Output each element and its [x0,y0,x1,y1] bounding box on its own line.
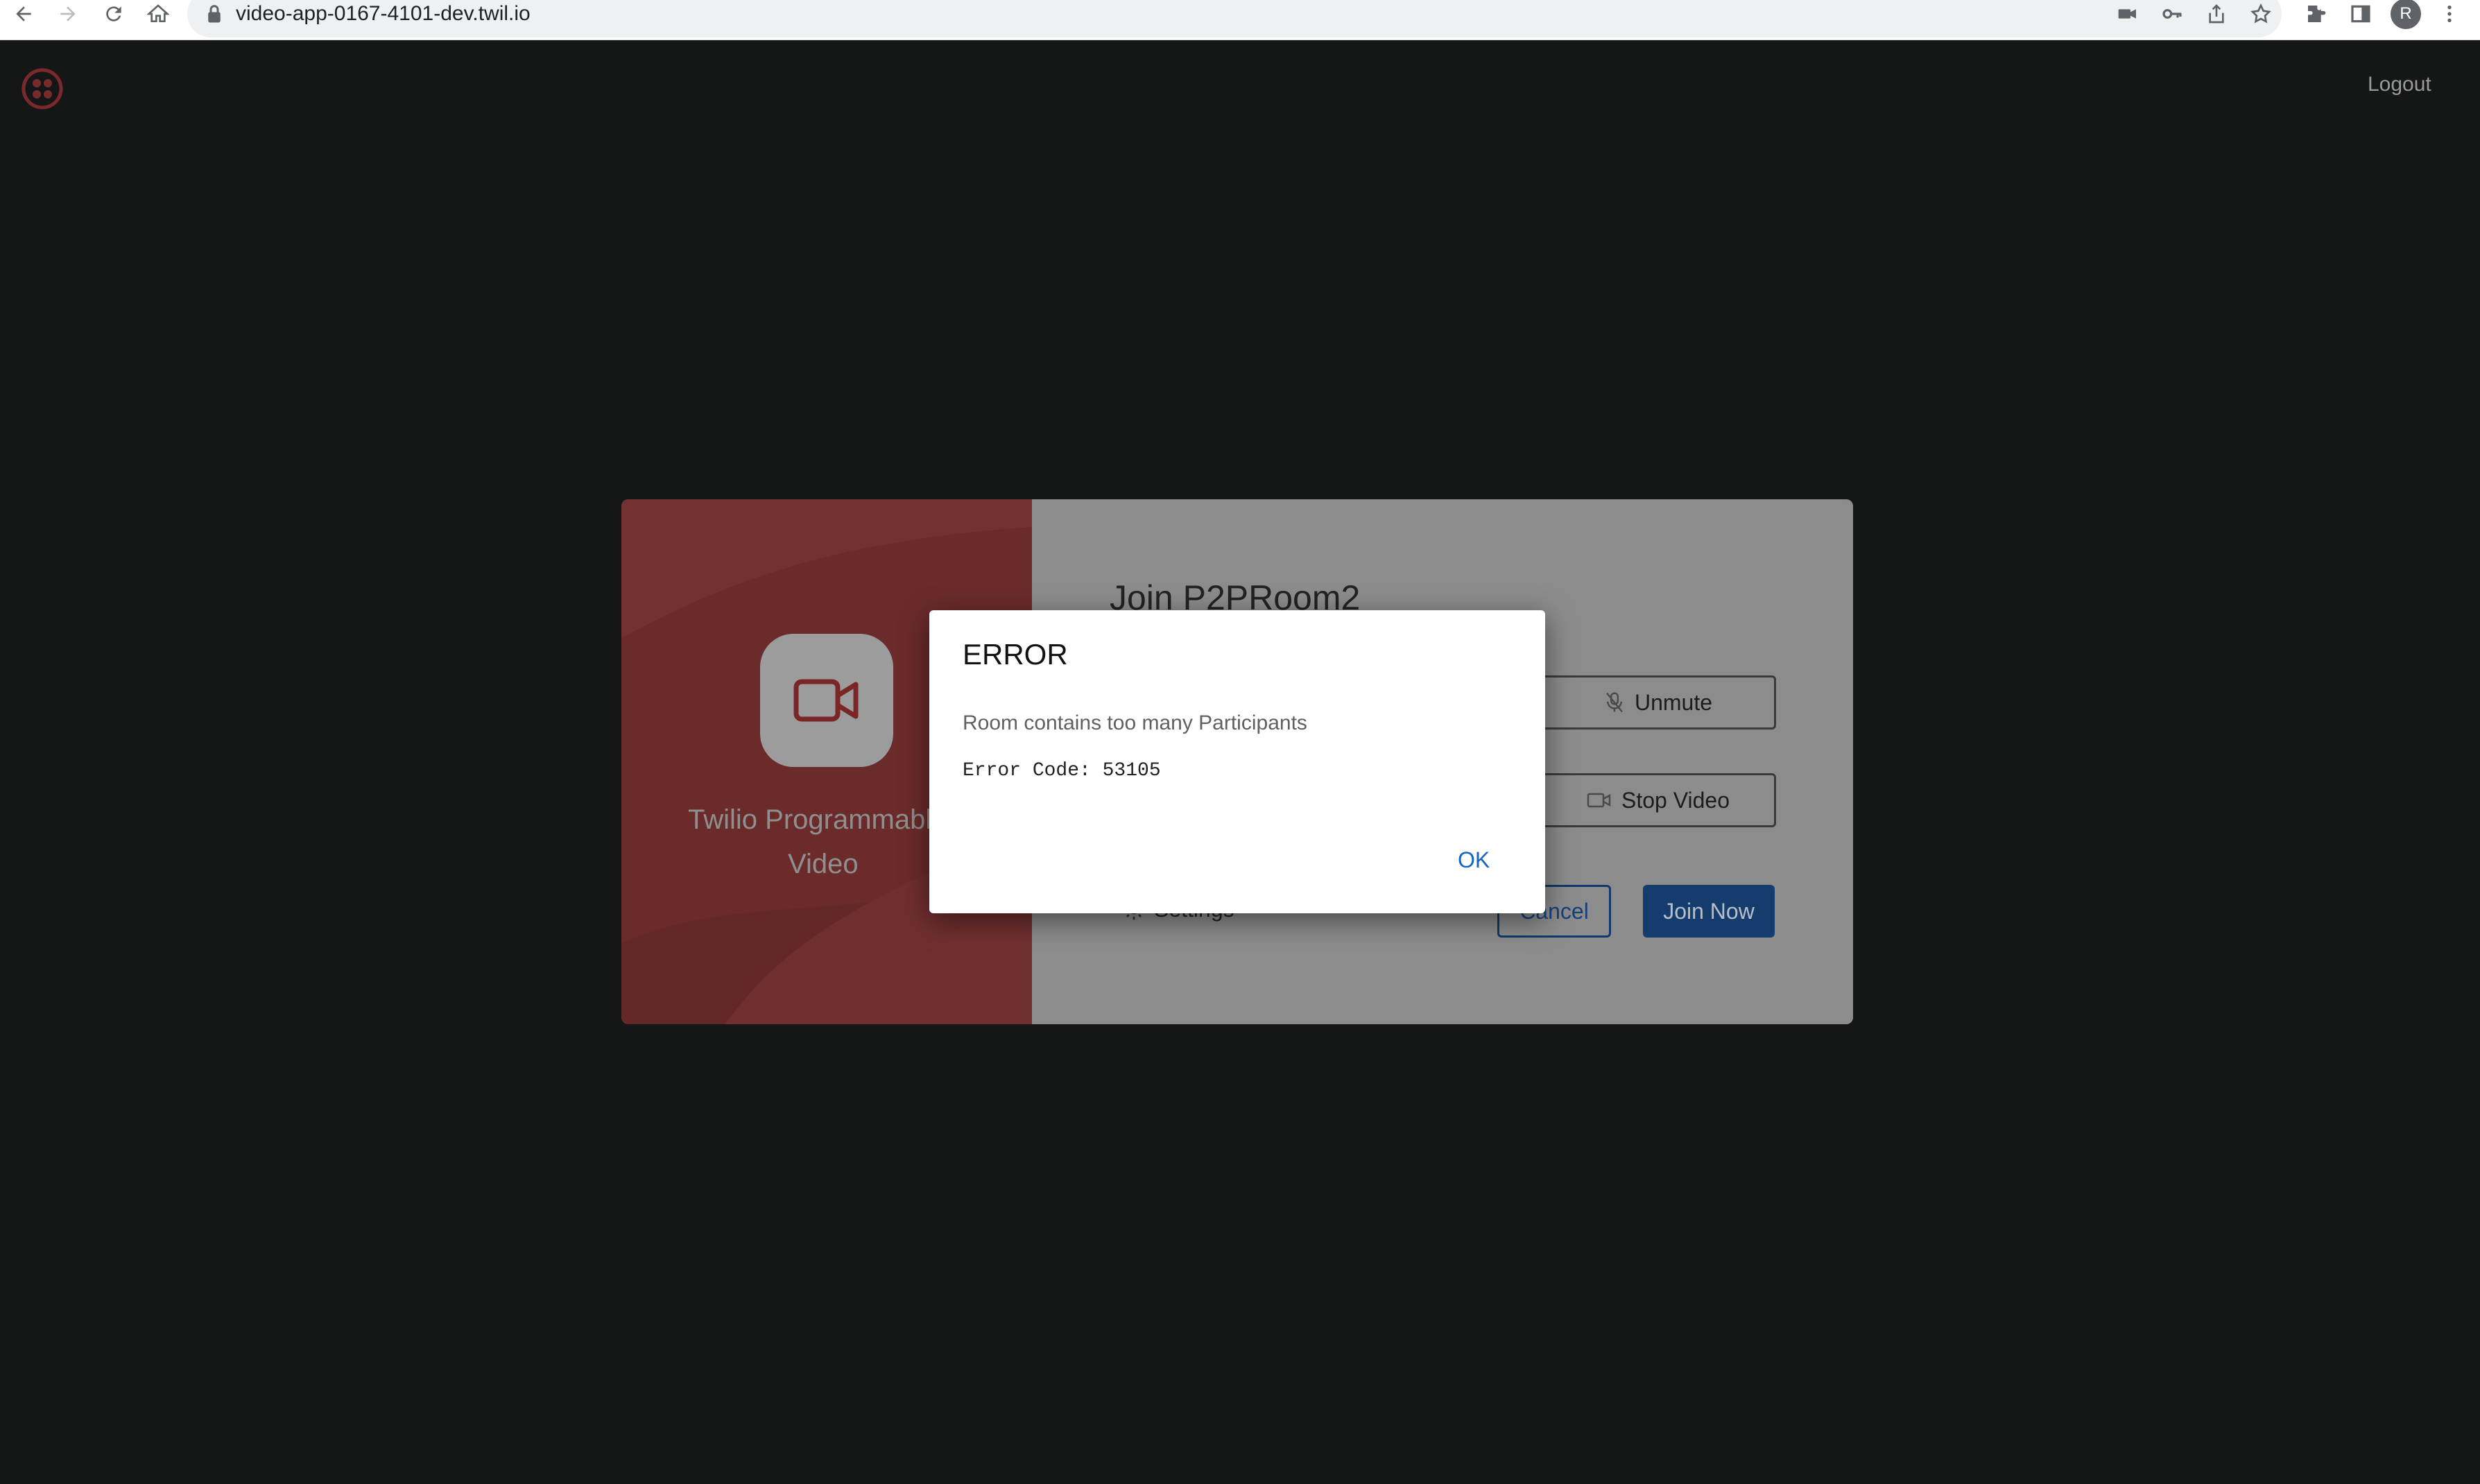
browser-toolbar: video-app-0167-4101-dev.twil.io R [0,0,2480,40]
dialog-message: Room contains too many Participants [963,711,1307,734]
extensions-icon[interactable] [2300,0,2333,31]
sidebar-icon[interactable] [2344,0,2377,31]
reload-icon[interactable] [97,0,130,31]
camera-icon[interactable] [2111,0,2144,31]
error-dialog: ERROR Room contains too many Participant… [929,610,1545,913]
dialog-title: ERROR [963,638,1068,671]
profile-avatar[interactable]: R [2391,0,2421,29]
back-icon[interactable] [7,0,40,31]
muted-mic-icon [1606,692,1623,713]
dialog-error-code: Error Code: 53105 [963,760,1161,782]
unmute-button[interactable]: Unmute [1540,675,1776,730]
ok-button[interactable]: OK [1458,847,1490,873]
twilio-logo-icon [21,67,64,114]
home-icon[interactable] [141,0,175,31]
video-camera-icon [793,679,859,722]
star-icon[interactable] [2244,0,2277,31]
forward-icon[interactable] [51,0,85,31]
menu-icon[interactable] [2433,0,2466,31]
lock-icon[interactable] [205,3,223,28]
unmute-label: Unmute [1634,689,1713,715]
stop-video-button[interactable]: Stop Video [1540,773,1776,827]
video-camera-small-icon [1587,793,1611,808]
video-camera-tile [760,634,893,767]
share-icon[interactable] [2200,0,2233,31]
logout-button[interactable]: Logout [2368,73,2431,96]
brand-title-line1: Twilio Programmable [688,804,947,835]
join-now-button[interactable]: Join Now [1643,885,1775,938]
url-text[interactable]: video-app-0167-4101-dev.twil.io [236,0,531,28]
brand-title-line2: Video [788,849,859,879]
stop-video-label: Stop Video [1621,787,1730,813]
key-icon[interactable] [2155,0,2189,31]
